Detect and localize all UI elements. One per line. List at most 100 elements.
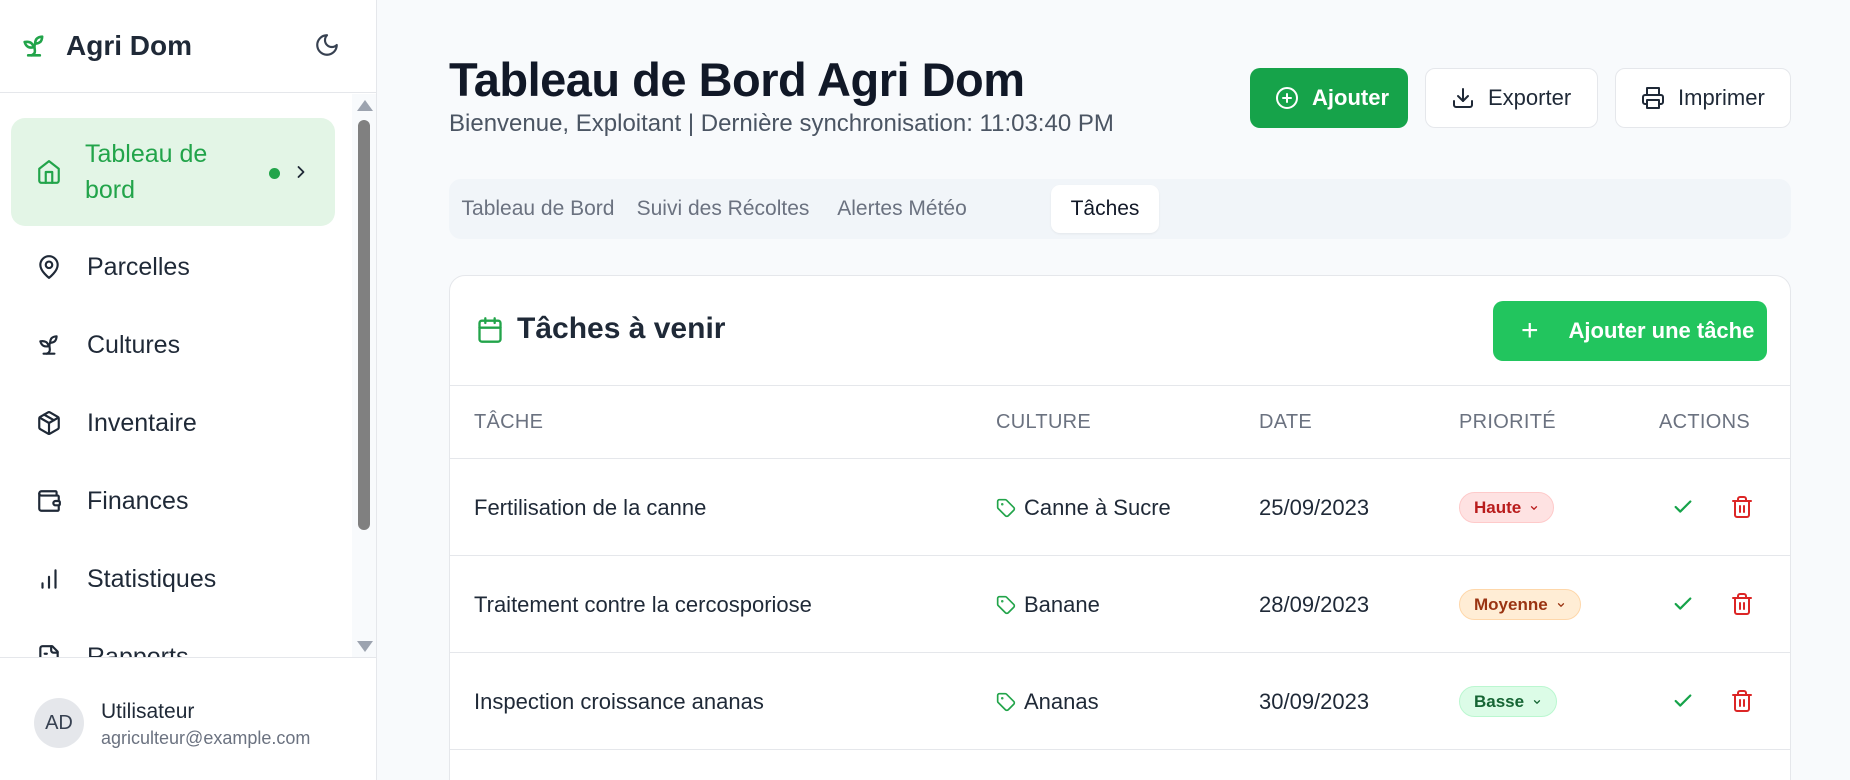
- priority-cell: Moyenne: [1459, 556, 1581, 653]
- sidebar-item-label: Rapports: [87, 642, 189, 658]
- sprout-logo-icon: [20, 32, 48, 60]
- column-header-actions: ACTIONS: [1659, 411, 1750, 433]
- tab-tableau-de-bord[interactable]: Tableau de Bord: [457, 185, 619, 233]
- tab-taches[interactable]: Tâches: [1051, 185, 1159, 233]
- task-date: 28/09/2023: [1259, 591, 1370, 617]
- avatar: AD: [34, 698, 84, 748]
- page-title: Tableau de Bord Agri Dom: [449, 53, 1025, 106]
- priority-label: Haute: [1474, 497, 1522, 517]
- priority-badge-high[interactable]: Haute: [1459, 492, 1555, 523]
- priority-badge-medium[interactable]: Moyenne: [1459, 589, 1581, 620]
- printer-icon: [1640, 85, 1666, 111]
- trash-icon[interactable]: [1728, 493, 1756, 521]
- sidebar-scrollbar[interactable]: [352, 94, 376, 657]
- check-icon[interactable]: [1669, 590, 1697, 618]
- priority-cell: Haute: [1459, 459, 1555, 556]
- add-button[interactable]: Ajouter: [1250, 68, 1408, 128]
- tab-alertes-meteo[interactable]: Alertes Météo: [827, 185, 977, 233]
- task-name: Inspection croissance ananas: [474, 688, 764, 714]
- table-row: Traitement contre la cercosporiose Banan…: [450, 556, 1790, 653]
- user-email: agriculteur@example.com: [101, 728, 311, 748]
- add-task-button-label: Ajouter une tâche: [1568, 318, 1755, 343]
- column-header-culture[interactable]: CULTURE: [996, 386, 1091, 459]
- task-name: Traitement contre la cercosporiose: [474, 591, 812, 617]
- tasks-card-title: Tâches à venir: [517, 312, 726, 345]
- moon-icon[interactable]: [310, 28, 344, 62]
- tag-icon: [996, 595, 1016, 615]
- export-button-label: Exporter: [1488, 85, 1572, 110]
- tag-icon: [996, 692, 1016, 712]
- trash-icon[interactable]: [1728, 590, 1756, 618]
- wallet-icon: [35, 487, 63, 515]
- app-name: Agri Dom: [66, 30, 192, 61]
- check-icon[interactable]: [1669, 493, 1697, 521]
- sidebar-item-statistiques[interactable]: Statistiques: [11, 544, 335, 614]
- task-date: 25/09/2023: [1259, 494, 1370, 520]
- table-row: Inspection croissance ananas Ananas 30/0…: [450, 653, 1790, 750]
- column-header-priorite[interactable]: PRIORITÉ: [1459, 386, 1556, 459]
- scroll-up-arrow-icon[interactable]: [357, 100, 373, 111]
- crop-cell: Ananas: [996, 653, 1099, 750]
- sidebar-item-label: Finances: [87, 486, 189, 515]
- column-header-tache[interactable]: TÂCHE: [474, 386, 543, 459]
- page-subtitle: Bienvenue, Exploitant | Dernière synchro…: [449, 110, 1114, 137]
- chevron-right-icon: [291, 161, 311, 183]
- export-button[interactable]: Exporter: [1425, 68, 1598, 128]
- crop-cell: Canne à Sucre: [996, 459, 1171, 556]
- sidebar-item-label: Statistiques: [87, 564, 217, 593]
- file-icon: [35, 643, 63, 657]
- calendar-icon: [476, 316, 504, 344]
- sidebar-item-label: Parcelles: [87, 252, 190, 281]
- home-icon: [35, 158, 63, 186]
- tasks-card-header: Tâches à venir + Ajouter une tâche: [450, 276, 1790, 386]
- sidebar-item-cultures[interactable]: Cultures: [11, 310, 335, 380]
- chevron-down-icon: [1531, 505, 1538, 510]
- crop-name: Ananas: [1024, 688, 1099, 714]
- sidebar-item-label: Cultures: [87, 330, 181, 359]
- sidebar-item-rapports[interactable]: Rapports: [11, 622, 335, 657]
- chevron-down-icon: [1557, 602, 1564, 607]
- package-icon: [35, 409, 63, 437]
- map-pin-icon: [35, 253, 63, 281]
- tab-suivi-des-recoltes[interactable]: Suivi des Récoltes: [627, 185, 819, 233]
- tag-icon: [996, 498, 1016, 518]
- print-button-label: Imprimer: [1678, 85, 1765, 110]
- table-row: Fertilisation de la canne Canne à Sucre …: [450, 459, 1790, 556]
- plus-circle-icon: [1274, 85, 1300, 111]
- sidebar-item-tableau-de-bord[interactable]: Tableau de bord: [11, 118, 335, 226]
- check-icon[interactable]: [1669, 687, 1697, 715]
- scroll-thumb[interactable]: [358, 120, 370, 530]
- task-date: 30/09/2023: [1259, 688, 1370, 714]
- crop-cell: Banane: [996, 556, 1100, 653]
- priority-cell: Basse: [1459, 653, 1558, 750]
- tasks-card: Tâches à venir + Ajouter une tâche TÂCHE…: [449, 275, 1791, 780]
- sidebar-item-label: Inventaire: [87, 408, 197, 437]
- user-profile[interactable]: AD Utilisateur agriculteur@example.com: [0, 657, 376, 780]
- chevron-down-icon: [1533, 699, 1541, 704]
- crop-name: Banane: [1024, 591, 1100, 617]
- sidebar-item-parcelles[interactable]: Parcelles: [11, 232, 335, 302]
- priority-label: Basse: [1474, 691, 1525, 711]
- scroll-down-arrow-icon[interactable]: [357, 641, 373, 652]
- tab-bar: Tableau de Bord Suivi des Récoltes Alert…: [449, 179, 1791, 239]
- table-header: TÂCHE CULTURE DATE PRIORITÉ ACTIONS: [450, 386, 1790, 459]
- print-button[interactable]: Imprimer: [1615, 68, 1791, 128]
- plus-icon: +: [1521, 314, 1539, 347]
- trash-icon[interactable]: [1728, 687, 1756, 715]
- sidebar: Agri Dom Tableau de bord Parcelles Cultu…: [0, 0, 377, 780]
- sidebar-nav: Tableau de bord Parcelles Cultures Inven…: [0, 94, 352, 657]
- download-icon: [1450, 85, 1476, 111]
- brand-header: Agri Dom: [0, 0, 376, 93]
- priority-label: Moyenne: [1474, 594, 1548, 614]
- bar-chart-icon: [35, 565, 63, 593]
- add-task-button[interactable]: + Ajouter une tâche: [1493, 301, 1767, 361]
- priority-badge-low[interactable]: Basse: [1459, 686, 1558, 717]
- user-name: Utilisateur: [101, 700, 195, 723]
- task-name: Fertilisation de la canne: [474, 494, 707, 520]
- sidebar-item-finances[interactable]: Finances: [11, 466, 335, 536]
- sidebar-item-label: Tableau de bord: [85, 140, 208, 204]
- column-header-date[interactable]: DATE: [1259, 386, 1312, 459]
- crop-name: Canne à Sucre: [1024, 494, 1171, 520]
- sidebar-item-inventaire[interactable]: Inventaire: [11, 388, 335, 458]
- add-button-label: Ajouter: [1312, 85, 1389, 110]
